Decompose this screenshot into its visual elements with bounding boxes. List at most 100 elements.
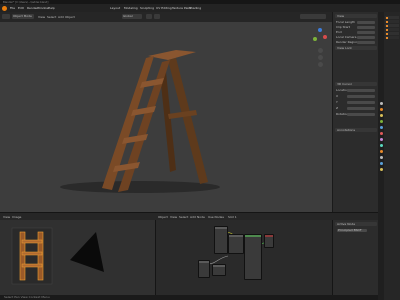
- outliner[interactable]: [384, 12, 400, 300]
- menu-item-file[interactable]: File: [10, 6, 15, 10]
- properties-tab-icon[interactable]: [379, 126, 383, 129]
- properties-tab-icon[interactable]: [379, 150, 383, 153]
- image-texture-node[interactable]: [214, 226, 228, 254]
- use-nodes-checkbox[interactable]: Use Nodes: [208, 215, 224, 219]
- menu-item-modeling[interactable]: Modeling: [124, 6, 138, 10]
- properties-tab-icon[interactable]: [379, 156, 383, 159]
- proportional-edit-toggle[interactable]: [154, 14, 160, 19]
- menu-item-uv-editing[interactable]: UV Editing: [156, 6, 172, 10]
- snap-toggle[interactable]: [146, 14, 152, 19]
- properties-tab-icon[interactable]: [379, 108, 383, 111]
- menu-item-sculpting[interactable]: Sculpting: [140, 6, 154, 10]
- menu-bar: File Edit Render Window Help Layout Modeling Sc…: [0, 4, 400, 12]
- cursor-row-label: Y: [336, 100, 338, 104]
- sidebar-section-annotations[interactable]: Annotations: [335, 128, 377, 132]
- mode-dropdown[interactable]: Object Mode: [12, 14, 34, 19]
- texture-rung-3: [21, 263, 43, 268]
- menu-item-shading[interactable]: Shading: [189, 6, 201, 10]
- properties-tab-icon[interactable]: [379, 162, 383, 165]
- sidebar-row-field[interactable]: [357, 41, 375, 44]
- sidebar-panel: View Focal Length Clip Start End Local Came…: [332, 12, 378, 212]
- material-slot-dropdown[interactable]: Slot 1: [228, 215, 237, 219]
- outliner-row[interactable]: [385, 24, 399, 27]
- texture-stile-left: [19, 231, 26, 281]
- gizmo-x-icon[interactable]: [323, 35, 327, 39]
- node-sidebar: Active Node Principled BSDF: [332, 220, 378, 295]
- select-menu[interactable]: Select: [47, 15, 56, 19]
- gizmo-y-icon[interactable]: [313, 37, 317, 41]
- principled-bsdf-node[interactable]: [244, 234, 262, 280]
- active-node-section[interactable]: Active Node: [335, 222, 377, 226]
- properties-tab-icon[interactable]: [379, 138, 383, 141]
- bottom-editors-header: View Image Object View Select Add Node U…: [0, 212, 378, 220]
- object-icon: [386, 16, 388, 19]
- cursor-row-field[interactable]: [347, 95, 375, 98]
- texture-coordinate-node[interactable]: [212, 264, 226, 276]
- node-object-dropdown[interactable]: Object: [158, 215, 168, 219]
- node-name-label: Principled BSDF: [338, 228, 362, 232]
- outliner-row[interactable]: [385, 20, 399, 23]
- cursor-row-field[interactable]: [347, 101, 375, 104]
- object-menu[interactable]: Object: [65, 15, 75, 19]
- cursor-row-field[interactable]: [347, 113, 375, 116]
- properties-tab-icon[interactable]: [379, 114, 383, 117]
- image-image-menu[interactable]: Image: [12, 215, 21, 219]
- properties-tab-icon[interactable]: [379, 144, 383, 147]
- navigation-gizmo[interactable]: [312, 28, 328, 44]
- blender-logo-icon[interactable]: [2, 5, 7, 11]
- view-menu[interactable]: View: [38, 15, 45, 19]
- shader-node-editor[interactable]: [155, 220, 332, 295]
- cursor-row-field[interactable]: [347, 107, 375, 110]
- color-ramp-node[interactable]: [228, 234, 244, 254]
- camera-view-icon[interactable]: [318, 62, 323, 67]
- sidebar-row-field[interactable]: [357, 26, 375, 29]
- properties-tab-icon[interactable]: [379, 120, 383, 123]
- node-add-menu[interactable]: Add: [190, 215, 196, 219]
- outliner-row[interactable]: [385, 32, 399, 35]
- sidebar-row-label: Clip Start: [336, 25, 350, 29]
- viewport-shading-buttons[interactable]: [300, 14, 326, 19]
- properties-tab-icon[interactable]: [379, 102, 383, 105]
- outliner-row[interactable]: [385, 28, 399, 31]
- pan-icon[interactable]: [318, 55, 323, 60]
- add-menu[interactable]: Add: [58, 15, 64, 19]
- transform-orientation-dropdown[interactable]: Global: [122, 14, 142, 19]
- menu-item-layout[interactable]: Layout: [110, 6, 120, 10]
- object-icon: [386, 28, 388, 31]
- node-select-menu[interactable]: Select: [179, 215, 188, 219]
- outliner-row[interactable]: [385, 36, 399, 39]
- image-editor-canvas: [11, 227, 104, 285]
- menu-item-edit[interactable]: Edit: [18, 6, 24, 10]
- active-node-title: Active Node: [337, 221, 356, 226]
- sidebar-row-label: Focal Length: [336, 20, 356, 24]
- properties-tab-icon[interactable]: [379, 132, 383, 135]
- sidebar-row-field[interactable]: [357, 36, 375, 39]
- texture-stile-right: [37, 231, 44, 281]
- image-editor[interactable]: [0, 220, 155, 295]
- sidebar-section-view[interactable]: View: [335, 14, 377, 18]
- menu-item-help[interactable]: Help: [48, 6, 55, 10]
- outliner-row[interactable]: [385, 16, 399, 19]
- properties-tab-icon[interactable]: [379, 168, 383, 171]
- node-node-menu[interactable]: Node: [197, 215, 205, 219]
- editor-type-button[interactable]: [2, 14, 10, 19]
- cursor-row-field[interactable]: [347, 89, 375, 92]
- normal-map-node[interactable]: [198, 260, 210, 278]
- sidebar-row-field[interactable]: [357, 21, 375, 24]
- sidebar-section-view-lock[interactable]: View Lock: [335, 46, 377, 50]
- cursor-row-label: X: [336, 94, 339, 98]
- 3d-viewport[interactable]: [0, 22, 332, 212]
- transform-label: Global: [123, 14, 133, 18]
- node-view-menu[interactable]: View: [170, 215, 177, 219]
- material-output-node[interactable]: [264, 234, 274, 248]
- node-name-field[interactable]: Principled BSDF: [337, 229, 367, 232]
- object-icon: [386, 24, 388, 27]
- sidebar-section-3d-cursor[interactable]: 3D Cursor: [335, 82, 377, 86]
- zoom-icon[interactable]: [318, 48, 323, 53]
- uv-bounds: [11, 227, 53, 285]
- status-text: Select Pan View Context Menu: [4, 295, 50, 299]
- sidebar-row-field[interactable]: [357, 31, 375, 34]
- gizmo-z-icon[interactable]: [318, 28, 322, 32]
- cursor-section-title: 3D Cursor: [337, 81, 353, 86]
- image-view-menu[interactable]: View: [3, 215, 10, 219]
